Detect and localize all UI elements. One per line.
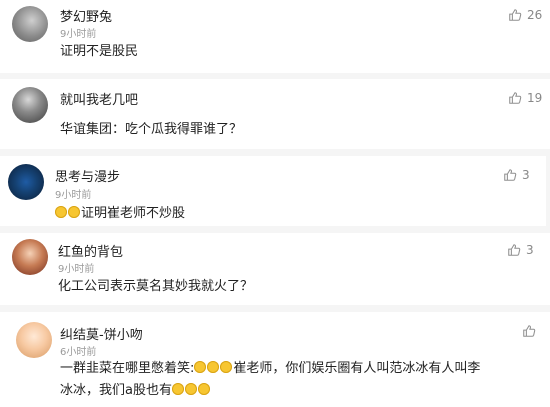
comment-timestamp: 9小时前 [55,190,92,201]
comment-text: 化工公司表示莫名其妙我就火了？ [58,279,254,294]
laughing-emoji-icon [220,361,233,373]
avatar[interactable] [12,239,48,275]
thumbs-up-icon [508,244,521,256]
like-button[interactable] [522,324,541,338]
like-count: 19 [527,91,543,105]
comment-text: 证明崔老师不炒股 [55,203,185,225]
like-button[interactable]: 3 [503,168,530,182]
laughing-emoji-icon [171,383,184,395]
comment-card-5: 纠结莫-饼小吻 6小时前 一群韭菜在哪里憋着笑: 崔老师，你们娱乐圈有人叫范冰冰有… [0,312,550,407]
avatar[interactable] [16,322,52,358]
thumbs-up-icon [504,169,517,181]
comment-text-part: 冰冰，我们a股也有 [60,383,172,398]
avatar[interactable] [12,87,48,123]
comment-card-4: 红鱼的背包 9小时前 化工公司表示莫名其妙我就火了？ 3 [0,233,550,305]
like-count: 3 [526,243,534,257]
like-button[interactable]: 26 [508,8,542,22]
laughing-emoji-icon [194,361,207,373]
laughing-emoji-icon [55,206,67,218]
thumbs-up-icon [509,92,522,104]
comment-text-part: 崔老师，你们娱乐圈有人叫范冰冰有人叫李 [233,361,481,376]
avatar[interactable] [8,164,44,200]
thumbs-up-icon [509,9,522,21]
comment-username[interactable]: 红鱼的背包 [58,241,123,260]
like-count: 26 [527,8,543,22]
comment-card-3: 思考与漫步 9小时前 证明崔老师不炒股 3 [0,156,546,226]
laughing-emoji-icon [207,361,220,373]
avatar[interactable] [12,6,48,42]
comment-text: 证明不是股民 [60,44,139,59]
like-button[interactable]: 19 [508,91,542,105]
laughing-emoji-icon [197,383,210,395]
comment-timestamp: 9小时前 [60,29,97,40]
laughing-emoji-icon [184,383,197,395]
comment-card-2: 就叫我老几吧 华谊集团：吃个瓜我得罪谁了？ 19 [0,79,550,149]
comment-text-part: 一群韭菜在哪里憋着笑: [60,361,195,376]
laughing-emoji-icon [68,206,80,218]
comment-username[interactable]: 梦幻野兔 [60,6,112,25]
comment-username[interactable]: 就叫我老几吧 [60,89,138,108]
comment-timestamp: 9小时前 [58,264,95,275]
thumbs-up-icon [523,325,536,337]
comment-text: 华谊集团：吃个瓜我得罪谁了？ [60,122,243,137]
comment-text-content: 证明崔老师不炒股 [81,206,186,221]
like-button[interactable]: 3 [507,243,534,257]
comment-username[interactable]: 纠结莫-饼小吻 [60,324,143,343]
comment-card-1: 梦幻野兔 9小时前 证明不是股民 26 [0,0,550,73]
like-count: 3 [522,168,530,182]
comment-username[interactable]: 思考与漫步 [55,166,120,185]
comment-timestamp: 6小时前 [60,347,97,358]
comment-text: 一群韭菜在哪里憋着笑: 崔老师，你们娱乐圈有人叫范冰冰有人叫李 冰冰，我们a股也有 [60,358,540,402]
